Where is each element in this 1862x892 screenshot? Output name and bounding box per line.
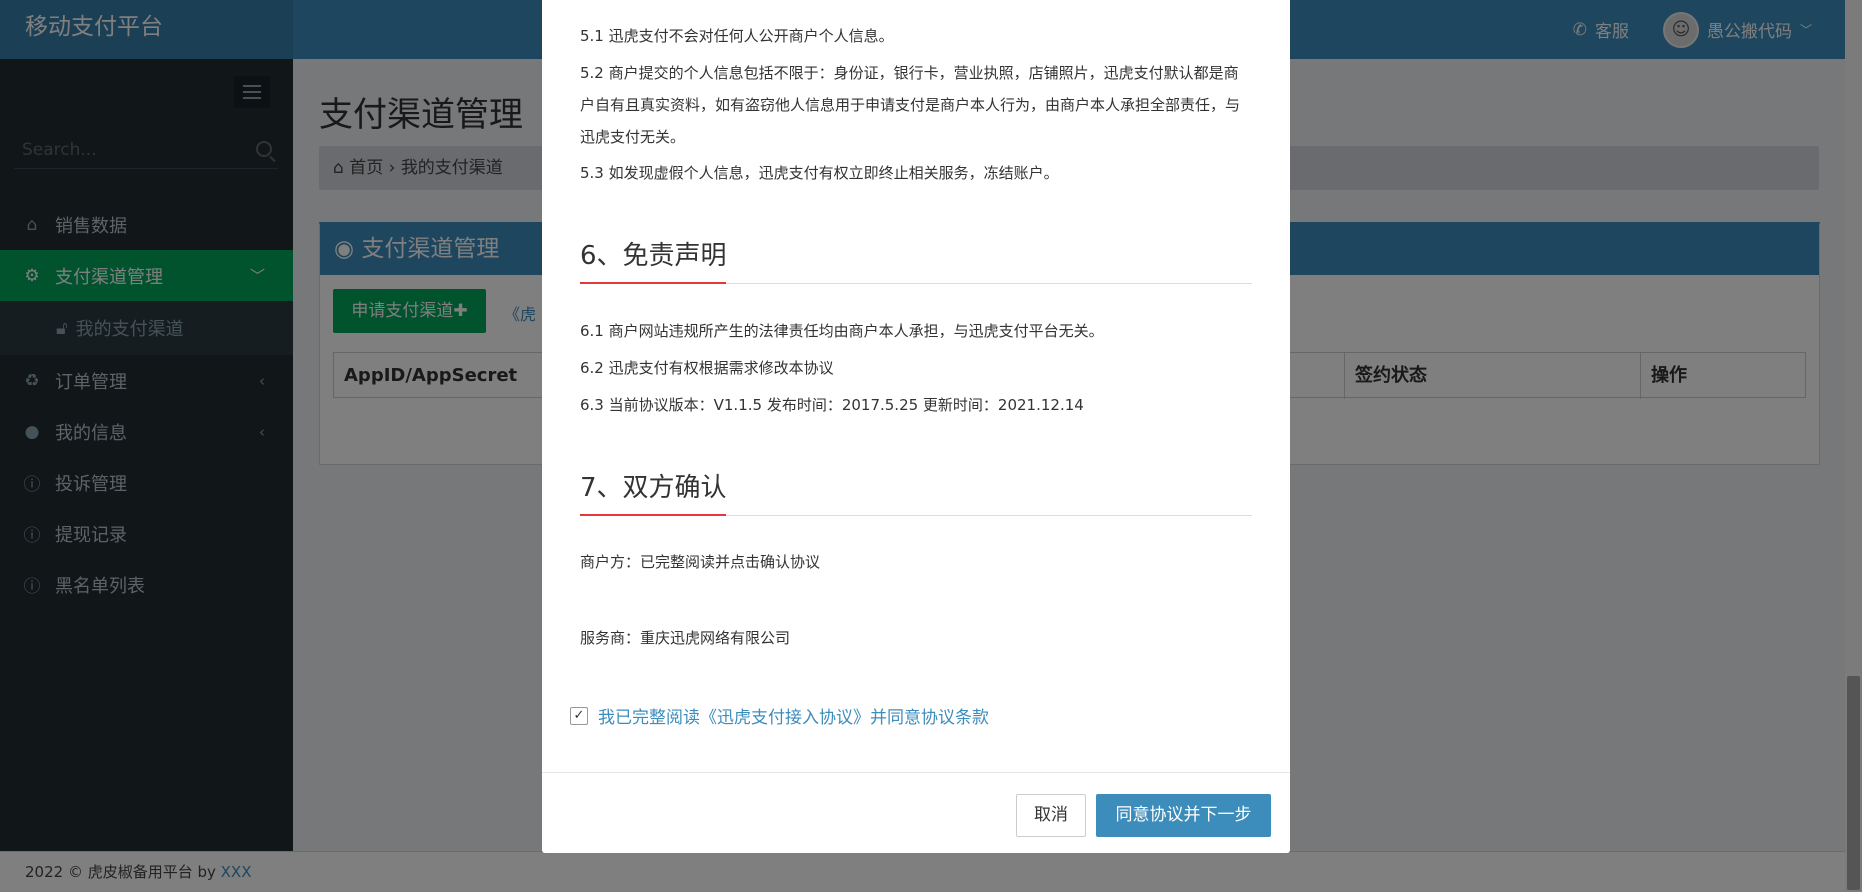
clause-5-1: 5.1 迅虎支付不会对任何人公开商户个人信息。 — [580, 27, 894, 45]
scrollbar[interactable] — [1845, 0, 1862, 892]
clause-6-3: 6.3 当前协议版本：V1.1.5 发布时间：2017.5.25 更新时间：20… — [580, 396, 1084, 414]
section-divider — [580, 282, 1252, 284]
agree-next-button[interactable]: 同意协议并下一步 — [1096, 794, 1271, 837]
clause-6-2: 6.2 迅虎支付有权根据需求修改本协议 — [580, 359, 834, 377]
clause-5-2: 5.2 商户提交的个人信息包括不限于：身份证，银行卡，营业执照，店铺照片，迅虎支… — [580, 64, 1241, 146]
agree-checkbox[interactable]: ✓ — [570, 706, 588, 725]
clause-6-1: 6.1 商户网站违规所产生的法律责任均由商户本人承担，与迅虎支付平台无关。 — [580, 322, 1104, 340]
provider-confirm: 服务商：重庆迅虎网络有限公司 — [580, 629, 791, 647]
cancel-button[interactable]: 取消 — [1016, 794, 1086, 837]
merchant-confirm: 商户方：已完整阅读并点击确认协议 — [580, 553, 821, 571]
agree-checkbox-row[interactable]: ✓ 我已完整阅读《迅虎支付接入协议》并同意协议条款 — [570, 703, 989, 728]
modal-footer: 取消 同意协议并下一步 — [542, 772, 1290, 853]
scrollbar-thumb[interactable] — [1847, 676, 1860, 890]
section-divider — [580, 514, 1252, 516]
section-7-title: 7、双方确认 — [580, 473, 727, 503]
clause-5-3: 5.3 如发现虚假个人信息，迅虎支付有权立即终止相关服务，冻结账户。 — [580, 164, 1059, 182]
agreement-modal: 5.1 迅虎支付不会对任何人公开商户个人信息。 5.2 商户提交的个人信息包括不… — [542, 0, 1290, 853]
section-6-title: 6、免责声明 — [580, 241, 727, 271]
agree-label[interactable]: 我已完整阅读《迅虎支付接入协议》并同意协议条款 — [598, 703, 989, 728]
